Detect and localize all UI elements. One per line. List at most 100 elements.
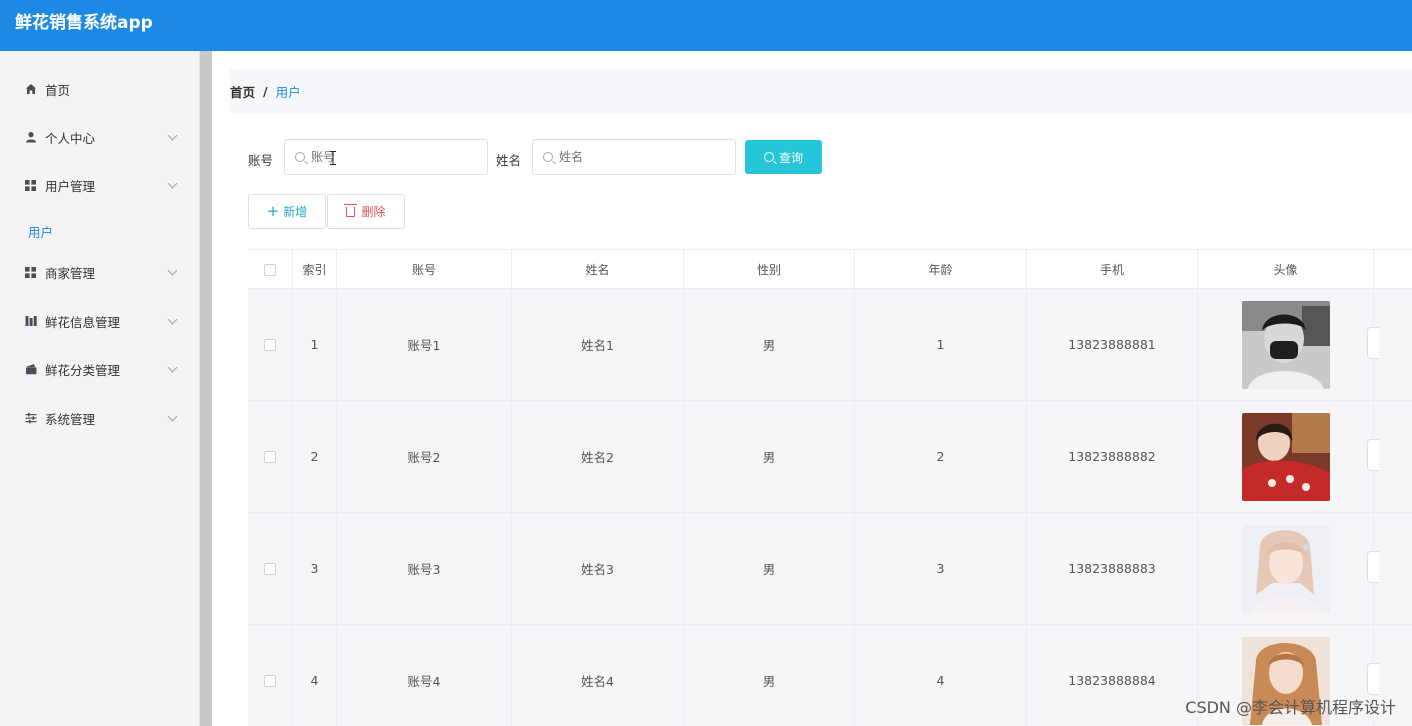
row-action-button[interactable] bbox=[1367, 663, 1379, 695]
cell-account: 账号3 bbox=[337, 513, 512, 624]
cell-age: 1 bbox=[855, 289, 1027, 400]
name-search-field[interactable] bbox=[532, 139, 736, 175]
cell-age: 2 bbox=[855, 401, 1027, 512]
sidebar-scrollbar[interactable] bbox=[200, 51, 212, 726]
app-title: 鲜花销售系统app bbox=[15, 13, 153, 33]
name-search-input[interactable] bbox=[559, 150, 719, 164]
sidebar-item-merchant-management[interactable]: 商家管理 bbox=[0, 248, 200, 296]
sidebar-item-label: 鲜花信息管理 bbox=[45, 314, 121, 330]
row-action-button[interactable] bbox=[1367, 439, 1379, 471]
add-button[interactable]: + 新增 bbox=[248, 194, 326, 229]
search-icon bbox=[763, 152, 774, 162]
delete-button[interactable]: 删除 bbox=[327, 194, 405, 229]
avatar-photo-1 bbox=[1241, 300, 1330, 389]
column-header-avatar: 头像 bbox=[1198, 250, 1374, 289]
sidebar-item-label: 系统管理 bbox=[45, 411, 96, 427]
chevron-down-icon bbox=[167, 265, 178, 276]
search-icon bbox=[295, 152, 305, 162]
sidebar-item-flower-category-management[interactable]: 鲜花分类管理 bbox=[0, 345, 200, 393]
sidebar-item-label: 首页 bbox=[45, 82, 71, 98]
row-checkbox[interactable] bbox=[264, 338, 276, 351]
plus-icon: + bbox=[266, 202, 280, 220]
breadcrumb-separator: / bbox=[263, 83, 268, 99]
avatar-photo-2 bbox=[1241, 412, 1330, 501]
cell-actions bbox=[1374, 401, 1412, 512]
cell-name: 姓名3 bbox=[512, 513, 684, 624]
sidebar-item-home[interactable]: 首页 bbox=[0, 65, 200, 113]
cell-phone: 13823888881 bbox=[1027, 289, 1198, 400]
chevron-down-icon bbox=[167, 178, 178, 189]
row-checkbox[interactable] bbox=[264, 674, 276, 687]
text-cursor-icon bbox=[330, 151, 336, 165]
cell-gender: 男 bbox=[684, 289, 855, 400]
chevron-down-icon bbox=[167, 411, 178, 422]
chevron-down-icon bbox=[167, 314, 178, 325]
column-header-actions bbox=[1374, 250, 1412, 289]
table-header: 索引 账号 姓名 性别 年龄 手机 头像 bbox=[248, 249, 1412, 289]
avatar-photo-3 bbox=[1241, 524, 1330, 613]
breadcrumb-home[interactable]: 首页 bbox=[230, 82, 255, 101]
chart-icon bbox=[24, 315, 37, 328]
row-select bbox=[248, 625, 293, 726]
cell-age: 3 bbox=[855, 513, 1027, 624]
column-header-index: 索引 bbox=[293, 250, 337, 289]
cell-actions bbox=[1374, 289, 1412, 400]
row-checkbox[interactable] bbox=[264, 450, 276, 463]
add-button-label: 新增 bbox=[283, 205, 308, 219]
sidebar-item-label: 用户管理 bbox=[45, 178, 96, 194]
sidebar-item-label: 商家管理 bbox=[45, 265, 96, 281]
chevron-down-icon bbox=[167, 362, 178, 373]
cell-phone: 13823888884 bbox=[1027, 625, 1198, 726]
sidebar-item-system-management[interactable]: 系统管理 bbox=[0, 394, 200, 442]
cell-account: 账号4 bbox=[337, 625, 512, 726]
cell-avatar bbox=[1198, 513, 1374, 624]
query-button[interactable]: 查询 bbox=[745, 140, 822, 174]
cell-age: 4 bbox=[855, 625, 1027, 726]
sidebar-item-user-management[interactable]: 用户管理 bbox=[0, 161, 200, 209]
cell-gender: 男 bbox=[684, 401, 855, 512]
cell-name: 姓名4 bbox=[512, 625, 684, 726]
query-button-label: 查询 bbox=[778, 150, 803, 165]
sidebar-item-flower-info-management[interactable]: 鲜花信息管理 bbox=[0, 297, 200, 345]
row-action-button[interactable] bbox=[1367, 327, 1379, 359]
column-header-account: 账号 bbox=[337, 250, 512, 289]
row-select bbox=[248, 289, 293, 400]
sidebar-item-label: 鲜花分类管理 bbox=[45, 362, 121, 378]
table-row: 2 账号2 姓名2 男 2 13823888882 bbox=[248, 401, 1412, 513]
cell-index: 2 bbox=[293, 401, 337, 512]
breadcrumb-current: 用户 bbox=[275, 84, 301, 100]
column-header-phone: 手机 bbox=[1027, 250, 1198, 289]
sidebar: 首页 个人中心 用户管理 用户 商家管理 鲜花信息管理 鲜花分类管理 系统管理 bbox=[0, 51, 200, 726]
row-action-button[interactable] bbox=[1367, 551, 1379, 583]
row-select bbox=[248, 401, 293, 512]
cell-actions bbox=[1374, 513, 1412, 624]
cell-gender: 男 bbox=[684, 625, 855, 726]
account-search-field[interactable] bbox=[284, 139, 488, 175]
table-row: 3 账号3 姓名3 男 3 13823888883 bbox=[248, 513, 1412, 625]
column-header-gender: 性别 bbox=[684, 250, 855, 289]
sidebar-subitem-user[interactable]: 用户 bbox=[28, 222, 53, 241]
cell-index: 1 bbox=[293, 289, 337, 400]
cell-avatar bbox=[1198, 401, 1374, 512]
user-icon bbox=[24, 131, 37, 144]
row-select bbox=[248, 513, 293, 624]
top-header: 鲜花销售系统app bbox=[0, 0, 1412, 51]
grid-icon bbox=[24, 266, 37, 279]
trash-icon bbox=[344, 203, 358, 217]
sidebar-item-label: 个人中心 bbox=[45, 130, 96, 146]
select-all-checkbox[interactable] bbox=[264, 263, 276, 276]
cell-name: 姓名1 bbox=[512, 289, 684, 400]
header-select-all bbox=[248, 250, 293, 289]
row-checkbox[interactable] bbox=[264, 562, 276, 575]
cell-account: 账号1 bbox=[337, 289, 512, 400]
cell-index: 4 bbox=[293, 625, 337, 726]
delete-button-label: 删除 bbox=[361, 205, 386, 219]
cell-avatar bbox=[1198, 289, 1374, 400]
table-row: 1 账号1 姓名1 男 1 13823888881 bbox=[248, 289, 1412, 401]
sidebar-item-personal-center[interactable]: 个人中心 bbox=[0, 113, 200, 161]
breadcrumb: 首页 / 用户 bbox=[230, 69, 1412, 113]
column-header-age: 年龄 bbox=[855, 250, 1027, 289]
grid-icon bbox=[24, 179, 37, 192]
home-icon bbox=[24, 83, 37, 96]
cell-account: 账号2 bbox=[337, 401, 512, 512]
